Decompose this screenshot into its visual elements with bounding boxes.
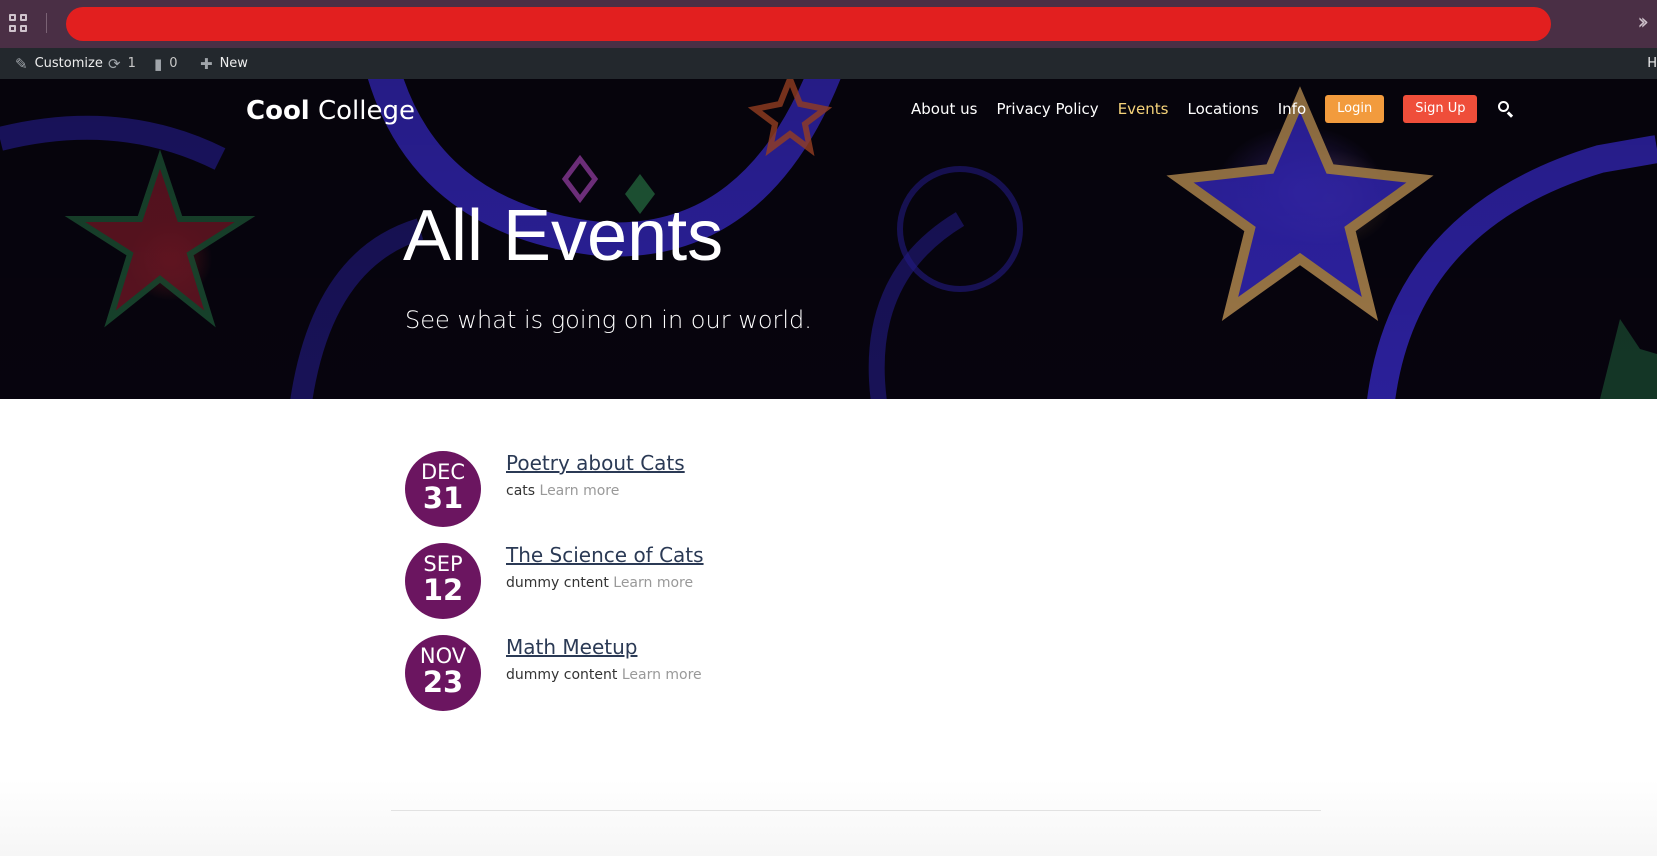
event-desc-text: dummy content xyxy=(506,667,618,683)
site-logo[interactable]: Cool College xyxy=(246,96,415,126)
event-month: NOV xyxy=(419,644,467,668)
event-desc-text: cats xyxy=(506,483,536,499)
updates-count: 1 xyxy=(127,56,136,71)
event-item: NOV 23 Math Meetup dummy content Learn m… xyxy=(405,635,1305,727)
nav-about-us[interactable]: About us xyxy=(911,100,977,118)
event-item: DEC 31 Poetry about Cats cats Learn more xyxy=(405,451,1305,543)
event-description: dummy content Learn more xyxy=(506,667,702,683)
footer-divider xyxy=(391,810,1321,811)
double-chevron-right-icon[interactable]: ›› xyxy=(1637,10,1648,35)
event-title-link[interactable]: The Science of Cats xyxy=(506,543,704,567)
comments-link[interactable]: ▮ 0 xyxy=(154,48,178,79)
refresh-icon: ⟳ xyxy=(108,54,121,73)
event-title-link[interactable]: Poetry about Cats xyxy=(506,451,685,475)
redacted-bookmarks-bar xyxy=(66,7,1551,41)
event-date-badge[interactable]: NOV 23 xyxy=(405,635,481,711)
new-label: New xyxy=(219,56,248,71)
footer-area xyxy=(0,780,1657,856)
search-icon[interactable] xyxy=(1498,101,1514,118)
customize-label: Customize xyxy=(34,56,103,71)
admin-account-link[interactable]: H xyxy=(1647,48,1657,79)
learn-more-link[interactable]: Learn more xyxy=(622,667,702,683)
admin-bar: ✎ Customize ⟳ 1 ▮ 0 ✚ New H xyxy=(0,48,1657,79)
updates-link[interactable]: ⟳ 1 xyxy=(108,48,136,79)
event-date-badge[interactable]: SEP 12 xyxy=(405,543,481,619)
nav-privacy-policy[interactable]: Privacy Policy xyxy=(996,100,1098,118)
event-description: dummy cntent Learn more xyxy=(506,575,704,591)
hero-overlay xyxy=(0,79,1657,399)
event-description: cats Learn more xyxy=(506,483,685,499)
event-desc-text: dummy cntent xyxy=(506,575,609,591)
comment-icon: ▮ xyxy=(154,54,163,73)
logo-bold: Cool xyxy=(246,96,310,126)
main-nav: About us Privacy Policy Events Locations… xyxy=(911,94,1514,124)
comments-count: 0 xyxy=(169,56,178,71)
new-content-link[interactable]: ✚ New xyxy=(200,48,248,79)
event-item: SEP 12 The Science of Cats dummy cntent … xyxy=(405,543,1305,635)
event-day: 23 xyxy=(422,665,464,699)
event-day: 31 xyxy=(422,481,464,515)
hero-banner: Cool College About us Privacy Policy Eve… xyxy=(0,79,1657,399)
page-subtitle: See what is going on in our world. xyxy=(405,306,812,334)
nav-info[interactable]: Info xyxy=(1278,100,1306,118)
event-title-link[interactable]: Math Meetup xyxy=(506,635,702,659)
event-list: DEC 31 Poetry about Cats cats Learn more… xyxy=(405,451,1305,727)
customize-link[interactable]: ✎ Customize xyxy=(15,48,103,79)
login-button[interactable]: Login xyxy=(1325,95,1385,123)
page-title: All Events xyxy=(403,196,724,276)
learn-more-link[interactable]: Learn more xyxy=(613,575,693,591)
event-day: 12 xyxy=(422,573,464,607)
plus-icon: ✚ xyxy=(200,54,213,73)
nav-locations[interactable]: Locations xyxy=(1187,100,1258,118)
apps-grid-icon[interactable] xyxy=(9,14,29,34)
paintbrush-icon: ✎ xyxy=(15,54,28,73)
learn-more-link[interactable]: Learn more xyxy=(540,483,620,499)
event-date-badge[interactable]: DEC 31 xyxy=(405,451,481,527)
nav-events[interactable]: Events xyxy=(1118,100,1169,118)
toolbar-divider xyxy=(46,13,47,33)
event-month: SEP xyxy=(423,552,463,576)
logo-light: College xyxy=(317,96,415,126)
signup-button[interactable]: Sign Up xyxy=(1403,95,1478,123)
browser-toolbar: ›› xyxy=(0,0,1657,48)
event-month: DEC xyxy=(420,460,466,484)
